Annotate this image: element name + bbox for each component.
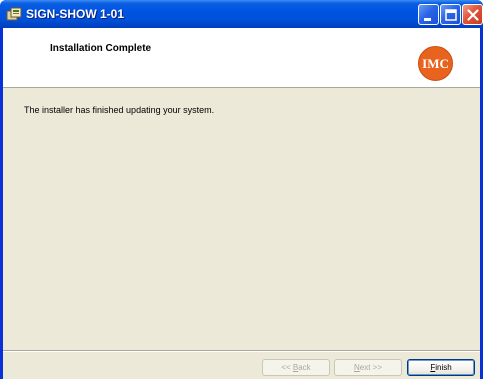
dialog-client-area: Installation Complete IMC The installer … [3,28,480,379]
close-icon[interactable] [462,4,483,25]
installer-icon[interactable] [6,6,22,22]
window-title: SIGN-SHOW 1-01 [26,7,125,21]
title-bar[interactable]: SIGN-SHOW 1-01 [0,0,483,28]
footer-divider [3,350,480,352]
logo-text: IMC [422,56,449,71]
page-title: Installation Complete [50,43,152,54]
imc-logo: IMC [417,45,454,82]
maximize-icon[interactable] [440,4,461,25]
completion-message: The installer has finished updating your… [24,105,215,115]
back-button-prefix: << [281,363,293,372]
next-button-label: ext >> [359,363,383,372]
minimize-icon[interactable] [418,4,439,25]
dialog-header: Installation Complete IMC [3,28,480,88]
finish-button-label: inish [435,363,452,372]
back-button-label: ack [298,363,311,372]
finish-button[interactable]: Finish [407,359,475,376]
back-button[interactable]: << Back [262,359,330,376]
next-button[interactable]: Next >> [334,359,402,376]
installer-window: SIGN-SHOW 1-01 Installation Complete IMC… [0,0,483,379]
